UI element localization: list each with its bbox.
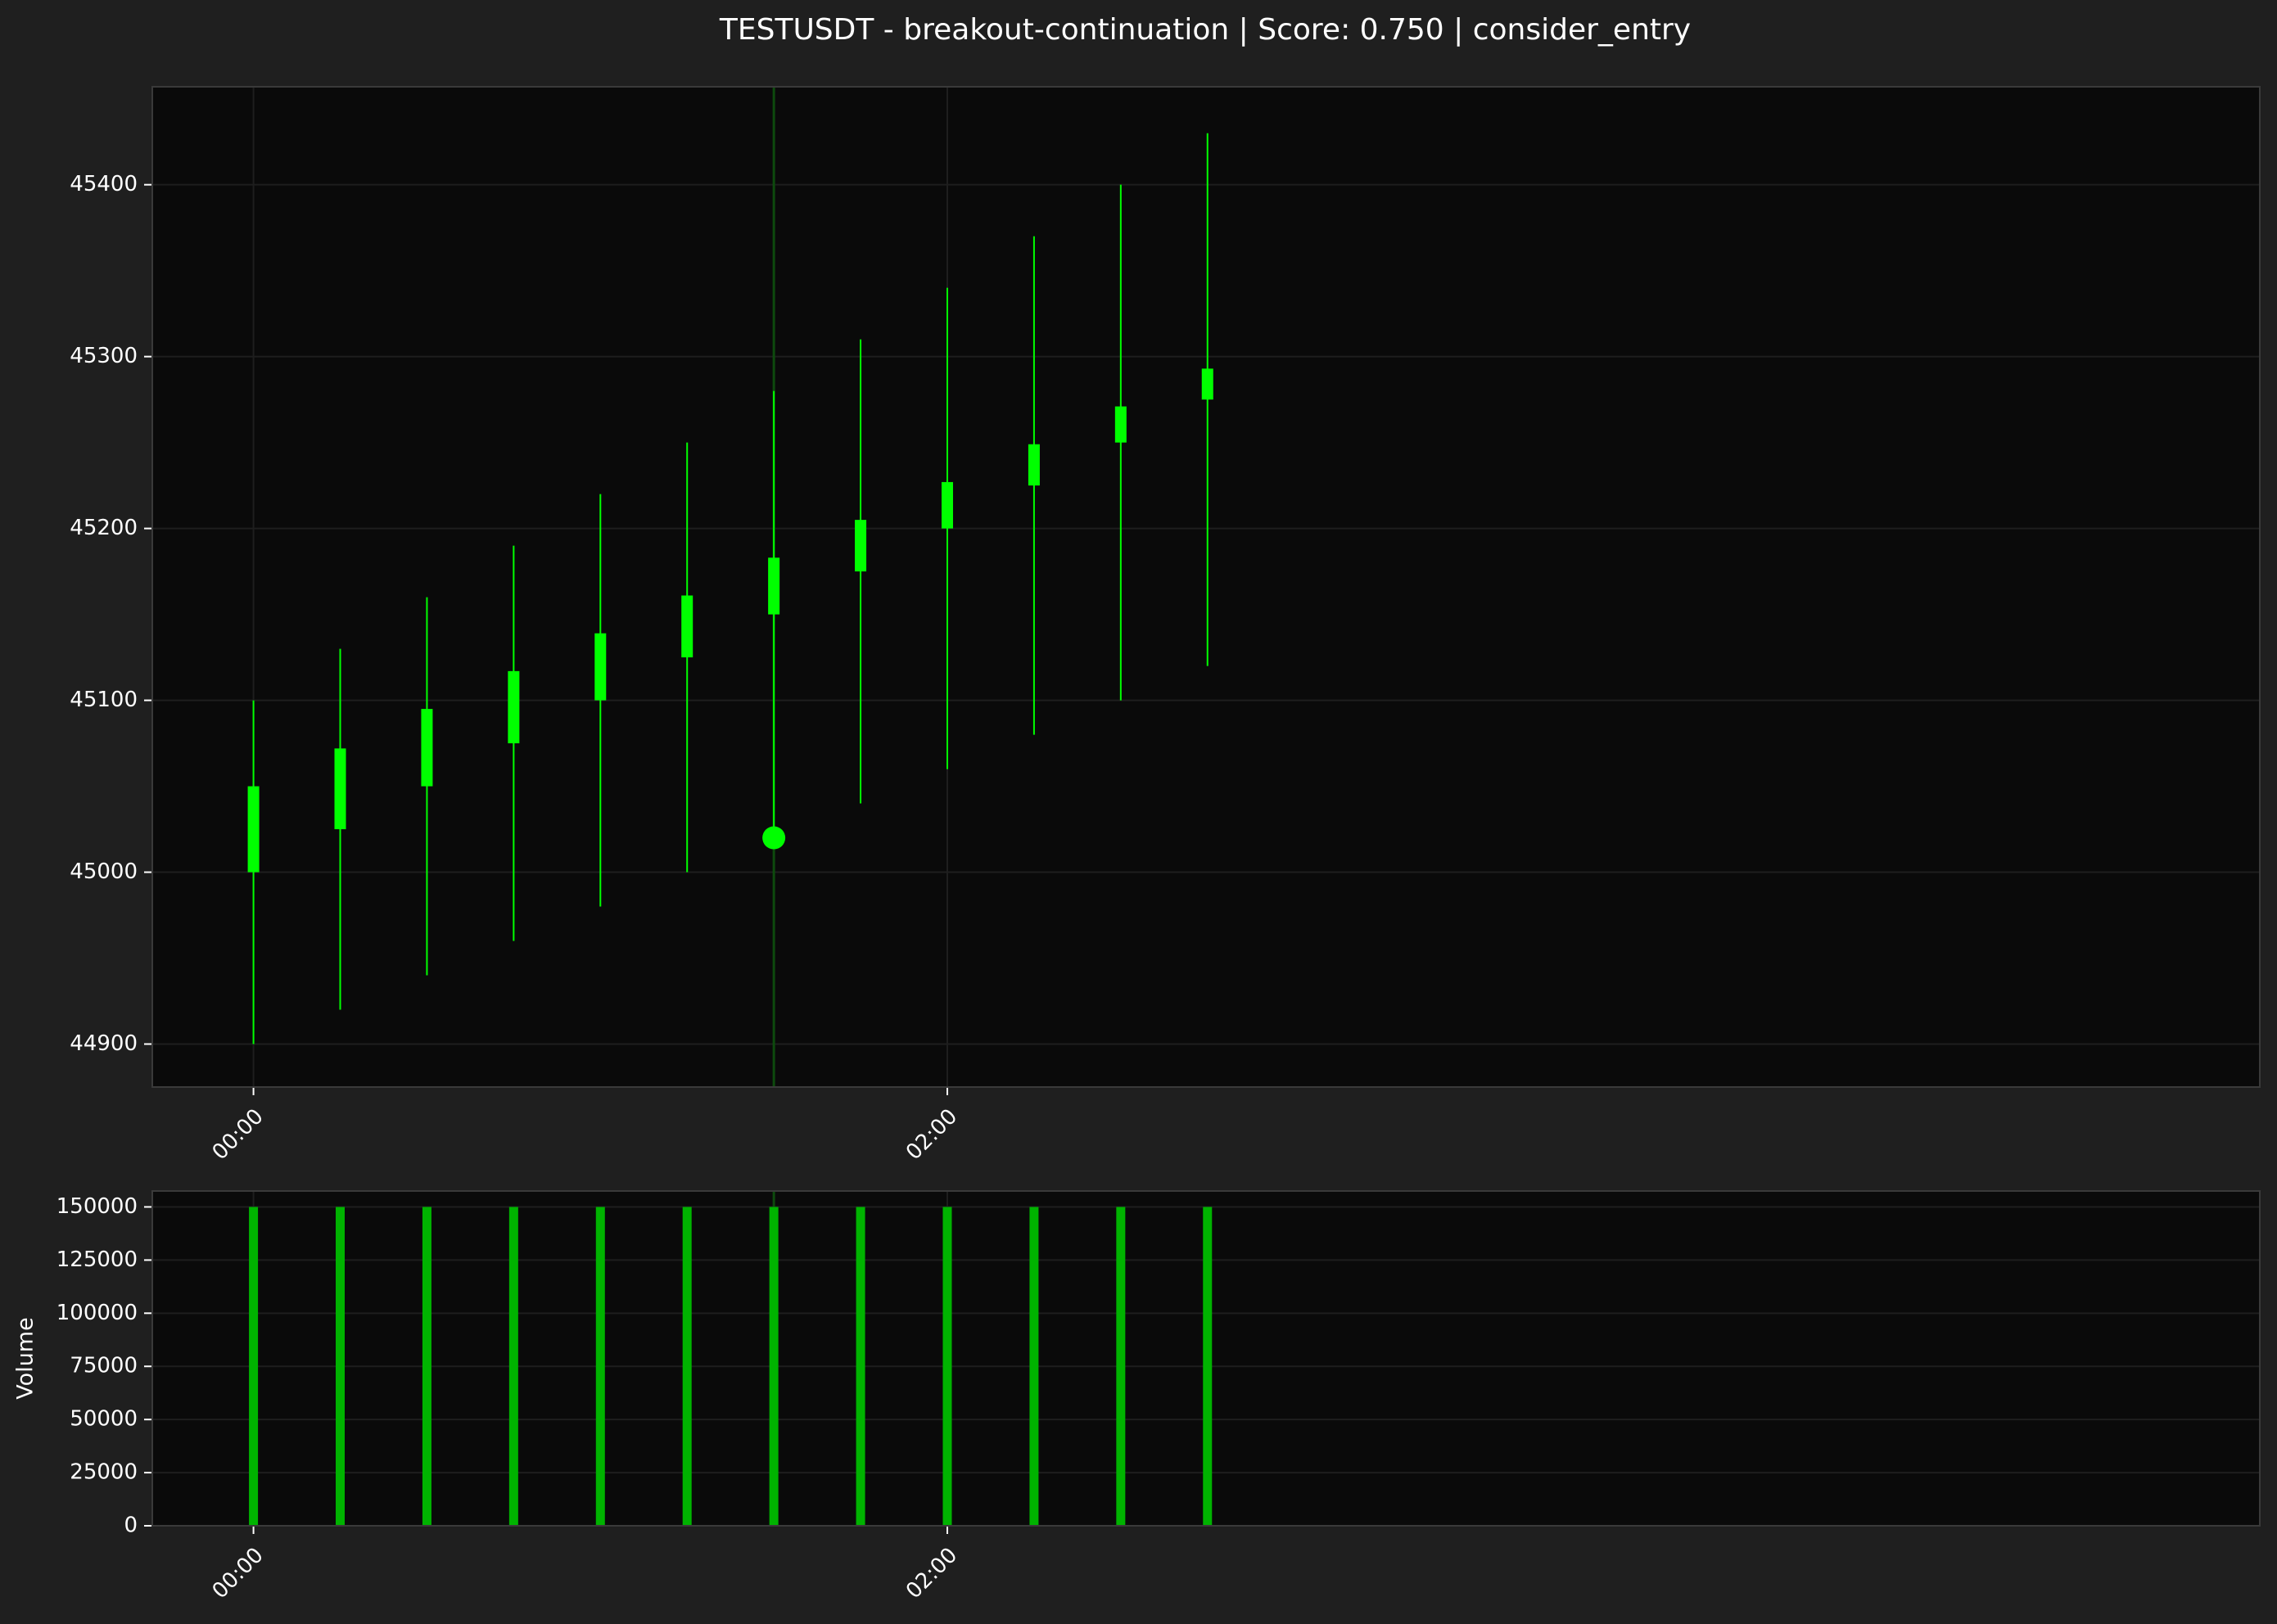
volume-ylabel: Volume — [13, 1317, 38, 1399]
volume-ytick-label: 0 — [124, 1513, 138, 1538]
price-ytick-label: 45100 — [70, 688, 138, 712]
price-plot-area — [152, 87, 2260, 1087]
price-ytick-label: 45200 — [70, 516, 138, 540]
price-ytick-label: 45000 — [70, 859, 138, 884]
candle-body — [594, 633, 607, 701]
volume-ytick-label: 100000 — [56, 1301, 138, 1325]
candle-body — [1114, 406, 1127, 443]
price-ytick-label: 45400 — [70, 172, 138, 196]
chart-title: TESTUSDT - breakout-continuation | Score… — [719, 13, 1691, 47]
price-ytick-label: 44900 — [70, 1031, 138, 1056]
price-ytick-label: 45300 — [70, 344, 138, 368]
candle-body — [768, 557, 780, 615]
volume-bar — [508, 1207, 518, 1526]
volume-bar — [1203, 1207, 1213, 1526]
candle-body — [1201, 368, 1213, 400]
candle-body — [1028, 444, 1040, 486]
volume-bar — [595, 1207, 605, 1526]
volume-bar — [682, 1207, 692, 1526]
volume-ytick-label: 125000 — [56, 1247, 138, 1272]
volume-bar — [1029, 1207, 1039, 1526]
volume-bar — [422, 1207, 431, 1526]
volume-ytick-label: 50000 — [70, 1407, 138, 1432]
candle-body — [941, 481, 953, 529]
candle-body — [855, 520, 867, 572]
volume-bar — [856, 1207, 865, 1526]
entry-marker — [762, 826, 786, 850]
volume-bar — [1116, 1207, 1126, 1526]
chart-svg: TESTUSDT - breakout-continuation | Score… — [0, 0, 2277, 1621]
volume-bar — [769, 1207, 779, 1526]
volume-bar — [249, 1207, 259, 1526]
volume-bar — [942, 1207, 952, 1526]
candle-body — [334, 748, 346, 830]
volume-ytick-label: 25000 — [70, 1460, 138, 1485]
volume-bar — [336, 1207, 346, 1526]
candle-body — [421, 709, 433, 787]
chart-figure: TESTUSDT - breakout-continuation | Score… — [0, 0, 2277, 1621]
candle-body — [681, 595, 693, 658]
price-panel: 44900450004510045200453004540000:00 02:00 — [70, 86, 2261, 1165]
candle-body — [247, 786, 260, 873]
candle-body — [508, 670, 520, 744]
volume-ytick-label: 75000 — [70, 1354, 138, 1378]
volume-ytick-label: 150000 — [56, 1194, 138, 1219]
